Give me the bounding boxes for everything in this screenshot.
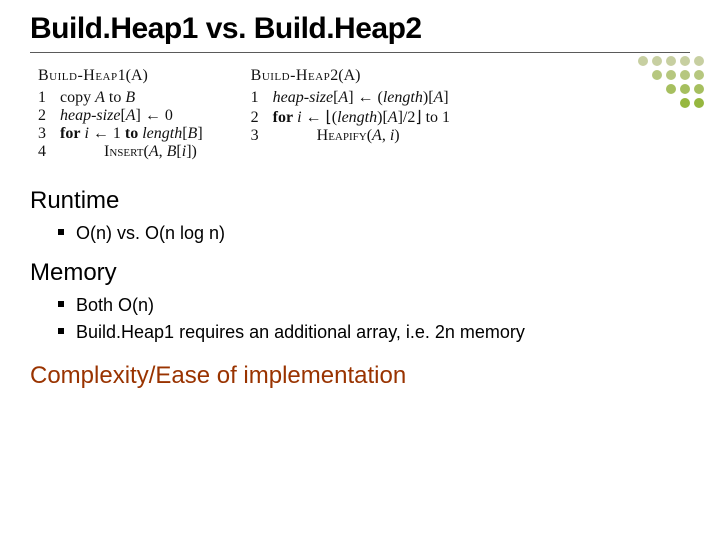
dot-icon — [666, 70, 676, 80]
dot-row — [638, 56, 704, 66]
bullet-item: O(n) vs. O(n log n) — [76, 221, 690, 245]
dot-icon — [694, 70, 704, 80]
dot-icon — [666, 56, 676, 66]
dot-icon — [638, 56, 648, 66]
line-code: heap-size[A] ← 0 — [60, 107, 203, 125]
algorithms-row: Build-Heap1(A) 1copy A to B2heap-size[A]… — [30, 67, 690, 161]
algo-line: 2for i ← ⌊(length)[A]/2⌋ to 1 — [251, 107, 450, 127]
line-code: for i ← 1 to length[B] — [60, 125, 203, 143]
slide: Build.Heap1 vs. Build.Heap2 Build-Heap1(… — [0, 0, 720, 540]
algo2-header: Build-Heap2(A) — [251, 67, 450, 85]
dot-row — [638, 70, 704, 80]
algorithm-buildheap2: Build-Heap2(A) 1heap-size[A] ← (length)[… — [251, 67, 450, 161]
decorative-dots — [638, 56, 704, 112]
section-runtime: Runtime — [30, 187, 690, 215]
line-code: heap-size[A] ← (length)[A] — [273, 89, 450, 107]
dot-icon — [652, 70, 662, 80]
line-number: 2 — [251, 107, 273, 127]
algo-line: 4Insert(A, B[i]) — [38, 143, 203, 161]
line-number: 1 — [38, 89, 60, 107]
line-number: 4 — [38, 143, 60, 161]
section-memory: Memory — [30, 259, 690, 287]
line-number: 2 — [38, 107, 60, 125]
line-code: Insert(A, B[i]) — [60, 143, 203, 161]
algo-line: 1copy A to B — [38, 89, 203, 107]
dot-icon — [652, 56, 662, 66]
dot-icon — [680, 70, 690, 80]
algo2-lines: 1heap-size[A] ← (length)[A]2for i ← ⌊(le… — [251, 89, 450, 145]
title-rule — [30, 52, 690, 53]
line-code: copy A to B — [60, 89, 203, 107]
section-complexity: Complexity/Ease of implementation — [30, 362, 690, 390]
algo1-lines: 1copy A to B2heap-size[A] ← 03for i ← 1 … — [38, 89, 203, 161]
algo1-suffix: 1(A) — [118, 67, 148, 84]
algo1-header: Build-Heap1(A) — [38, 67, 203, 85]
algo2-procname: Build-Heap — [251, 67, 331, 84]
algo-line: 3Heapify(A, i) — [251, 127, 450, 145]
bullet-item: Build.Heap1 requires an additional array… — [76, 320, 690, 344]
algo2-suffix: 2(A) — [330, 67, 360, 84]
dot-icon — [680, 56, 690, 66]
dot-icon — [694, 84, 704, 94]
runtime-bullets: O(n) vs. O(n log n) — [30, 221, 690, 245]
dot-icon — [680, 84, 690, 94]
dot-icon — [694, 56, 704, 66]
dot-row — [638, 84, 704, 94]
line-code: for i ← ⌊(length)[A]/2⌋ to 1 — [273, 107, 450, 127]
line-number: 3 — [38, 125, 60, 143]
line-number: 1 — [251, 89, 273, 107]
algorithm-buildheap1: Build-Heap1(A) 1copy A to B2heap-size[A]… — [38, 67, 203, 161]
slide-title: Build.Heap1 vs. Build.Heap2 — [30, 12, 690, 46]
dot-icon — [694, 98, 704, 108]
memory-bullets: Both O(n) Build.Heap1 requires an additio… — [30, 293, 690, 344]
dot-icon — [680, 98, 690, 108]
algo-line: 2heap-size[A] ← 0 — [38, 107, 203, 125]
algo1-procname: Build-Heap — [38, 67, 118, 84]
dot-icon — [666, 84, 676, 94]
line-code: Heapify(A, i) — [273, 127, 450, 145]
line-number: 3 — [251, 127, 273, 145]
algo-line: 3for i ← 1 to length[B] — [38, 125, 203, 143]
dot-row — [638, 98, 704, 108]
algo-line: 1heap-size[A] ← (length)[A] — [251, 89, 450, 107]
bullet-item: Both O(n) — [76, 293, 690, 317]
